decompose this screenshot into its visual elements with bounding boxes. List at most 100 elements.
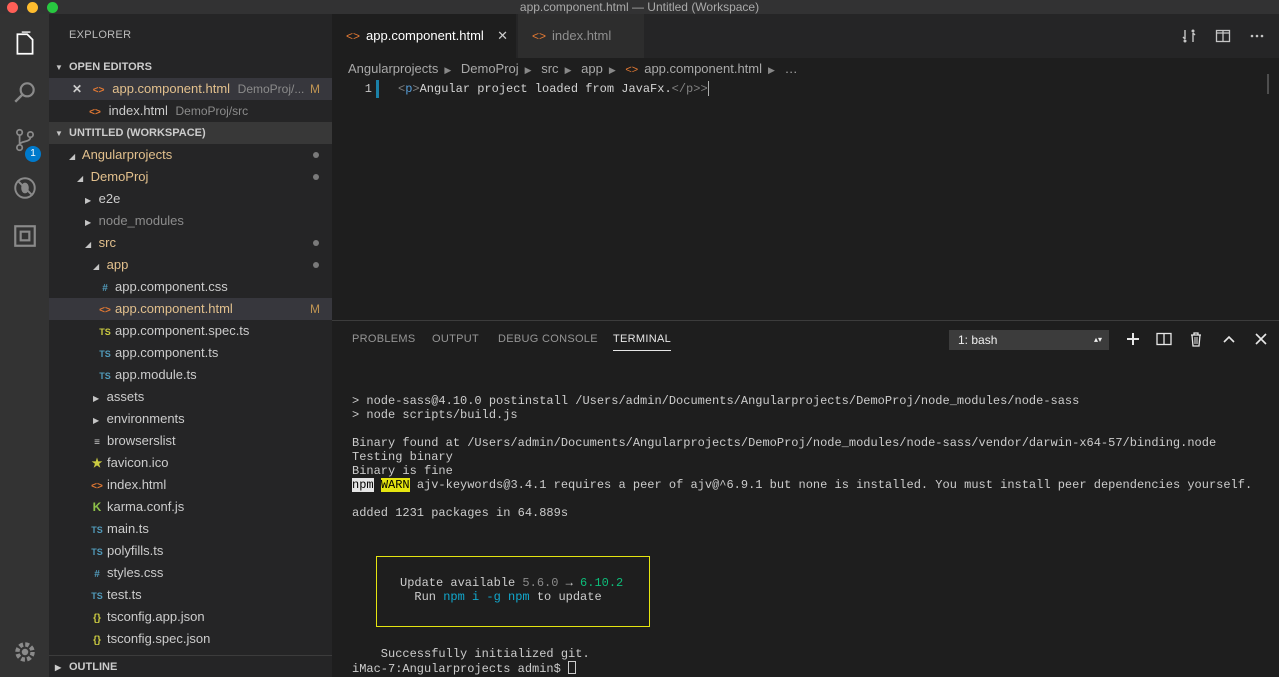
open-changes-icon[interactable]: [1181, 28, 1197, 44]
tree-file[interactable]: {} tsconfig.spec.json: [49, 628, 332, 650]
terminal-select[interactable]: 1: bash ▴▾: [949, 330, 1109, 350]
outline-header[interactable]: ▶ OUTLINE: [49, 655, 332, 677]
editor-tabs: <> app.component.html ✕ <> index.html: [332, 14, 1279, 58]
chevron-up-icon[interactable]: [1221, 331, 1237, 347]
breadcrumb-item[interactable]: app.component.html: [644, 61, 762, 76]
tree-folder[interactable]: ◢ app: [49, 254, 332, 276]
chevron-down-icon: ▼: [55, 63, 63, 72]
minimize-window-button[interactable]: [27, 2, 38, 13]
tree-file[interactable]: Kkarma.conf.js: [49, 496, 332, 518]
tree-file[interactable]: TS app.component.ts: [49, 342, 332, 364]
breadcrumb-item[interactable]: Angularprojects: [348, 61, 438, 76]
update-notice-text: Update available 5.6.0 → 6.10.2 Run npm …: [400, 576, 624, 604]
breadcrumb-item[interactable]: DemoProj: [461, 61, 519, 76]
open-editor-item[interactable]: <> index.html DemoProj/src: [49, 100, 332, 122]
open-editor-item[interactable]: ✕ <> app.component.html DemoProj/... M: [49, 78, 332, 100]
title-bar: app.component.html — Untitled (Workspace…: [0, 0, 1279, 14]
css-file-icon: #: [94, 569, 100, 580]
chevron-right-icon: ▶: [444, 65, 452, 75]
split-terminal-icon[interactable]: [1156, 331, 1172, 347]
scm-badge: 1: [25, 146, 41, 162]
chevron-updown-icon: ▴▾: [1093, 335, 1102, 344]
close-icon[interactable]: [1253, 331, 1269, 347]
json-file-icon: {}: [93, 635, 101, 646]
css-file-icon: #: [102, 283, 108, 294]
karma-icon: K: [92, 500, 102, 514]
tab-output[interactable]: OUTPUT: [432, 333, 479, 345]
close-window-button[interactable]: [7, 2, 18, 13]
tab-debug-console[interactable]: DEBUG CONSOLE: [498, 333, 598, 345]
tree-file[interactable]: <> index.html: [49, 474, 332, 496]
code-editor[interactable]: 1 <p>Angular project loaded from JavaFx.…: [332, 80, 1279, 108]
tree-folder[interactable]: ▶ node_modules: [49, 210, 332, 232]
explorer-icon[interactable]: [0, 20, 49, 68]
activity-bar: 1: [0, 14, 49, 677]
extensions-icon[interactable]: [0, 212, 49, 260]
breadcrumb: Angularprojects ▶ DemoProj ▶ src ▶ app ▶ <> a…: [332, 58, 1279, 80]
tree-file[interactable]: TS app.module.ts: [49, 364, 332, 386]
search-icon[interactable]: [0, 68, 49, 116]
tree-folder[interactable]: ◢ src: [49, 232, 332, 254]
plus-icon[interactable]: [1125, 331, 1141, 347]
tree-folder[interactable]: ◢ Angularprojects: [49, 144, 332, 166]
tree-file-selected[interactable]: <> app.component.html M: [49, 298, 332, 320]
ts-spec-file-icon: TS: [99, 327, 111, 337]
modified-indicator: M: [310, 302, 320, 316]
ts-file-icon: TS: [99, 349, 111, 359]
tree-file[interactable]: TS test.ts: [49, 584, 332, 606]
more-actions-icon[interactable]: [1249, 28, 1265, 44]
terminal-prompt[interactable]: Successfully initialized git. iMac-7:Ang…: [352, 647, 590, 676]
panel-tabs: PROBLEMS OUTPUT DEBUG CONSOLE TERMINAL 1…: [332, 321, 1279, 359]
tab-problems[interactable]: PROBLEMS: [352, 333, 416, 345]
breadcrumb-item[interactable]: app: [581, 61, 603, 76]
html-file-icon: <>: [625, 64, 639, 76]
source-control-icon[interactable]: 1: [0, 116, 49, 164]
tree-file[interactable]: {} tsconfig.app.json: [49, 606, 332, 628]
tree-file[interactable]: ≡ browserslist: [49, 430, 332, 452]
explorer-sidebar: EXPLORER ▼ OPEN EDITORS ✕ <> app.componen…: [49, 14, 332, 677]
open-editor-path: DemoProj/src: [175, 104, 249, 118]
sidebar-title: EXPLORER: [69, 29, 132, 41]
chevron-right-icon: ▶: [55, 663, 62, 672]
html-file-icon: <>: [92, 85, 105, 96]
tree-folder[interactable]: ▶ environments: [49, 408, 332, 430]
close-icon[interactable]: ✕: [497, 14, 508, 58]
tree-file[interactable]: # styles.css: [49, 562, 332, 584]
tree-folder[interactable]: ◢ DemoProj: [49, 166, 332, 188]
debug-icon[interactable]: [0, 164, 49, 212]
tab-index-html[interactable]: <> index.html: [518, 14, 644, 58]
terminal-output[interactable]: > node-sass@4.10.0 postinstall /Users/ad…: [352, 394, 1252, 520]
tree-file[interactable]: TS polyfills.ts: [49, 540, 332, 562]
open-editors-header[interactable]: ▼ OPEN EDITORS: [49, 56, 332, 78]
tab-app-component-html[interactable]: <> app.component.html ✕: [332, 14, 516, 58]
breadcrumb-item[interactable]: src: [541, 61, 558, 76]
tree-folder[interactable]: ▶ e2e: [49, 188, 332, 210]
breadcrumb-item[interactable]: …: [785, 61, 798, 76]
html-file-icon: <>: [99, 305, 111, 316]
chevron-down-icon: ◢: [69, 152, 76, 161]
tree-folder[interactable]: ▶ assets: [49, 386, 332, 408]
workspace-header[interactable]: ▼ UNTITLED (WORKSPACE): [49, 122, 332, 144]
minimap[interactable]: [1267, 74, 1273, 94]
gear-icon[interactable]: [0, 628, 49, 676]
chevron-right-icon: ▶: [85, 196, 92, 205]
tree-file[interactable]: ★ favicon.ico: [49, 452, 332, 474]
warn-badge: WARN: [380, 478, 410, 492]
chevron-right-icon: ▶: [524, 65, 532, 75]
maximize-window-button[interactable]: [47, 2, 58, 13]
tree-file[interactable]: TS main.ts: [49, 518, 332, 540]
tab-terminal[interactable]: TERMINAL: [613, 333, 672, 351]
split-editor-icon[interactable]: [1215, 28, 1231, 44]
html-file-icon: <>: [532, 29, 547, 43]
tree-file[interactable]: TS app.component.spec.ts: [49, 320, 332, 342]
chevron-right-icon: ▶: [93, 416, 100, 425]
trash-icon[interactable]: [1188, 331, 1204, 347]
tree-file[interactable]: # app.component.css: [49, 276, 332, 298]
line-highlight: [376, 80, 379, 98]
bottom-panel: PROBLEMS OUTPUT DEBUG CONSOLE TERMINAL 1…: [332, 320, 1279, 677]
chevron-down-icon: ◢: [85, 240, 92, 249]
html-file-icon: <>: [346, 29, 361, 43]
window-title: app.component.html — Untitled (Workspace…: [519, 0, 760, 14]
code-line[interactable]: <p>Angular project loaded from JavaFx.</…: [398, 80, 709, 98]
close-icon[interactable]: ✕: [69, 78, 85, 100]
